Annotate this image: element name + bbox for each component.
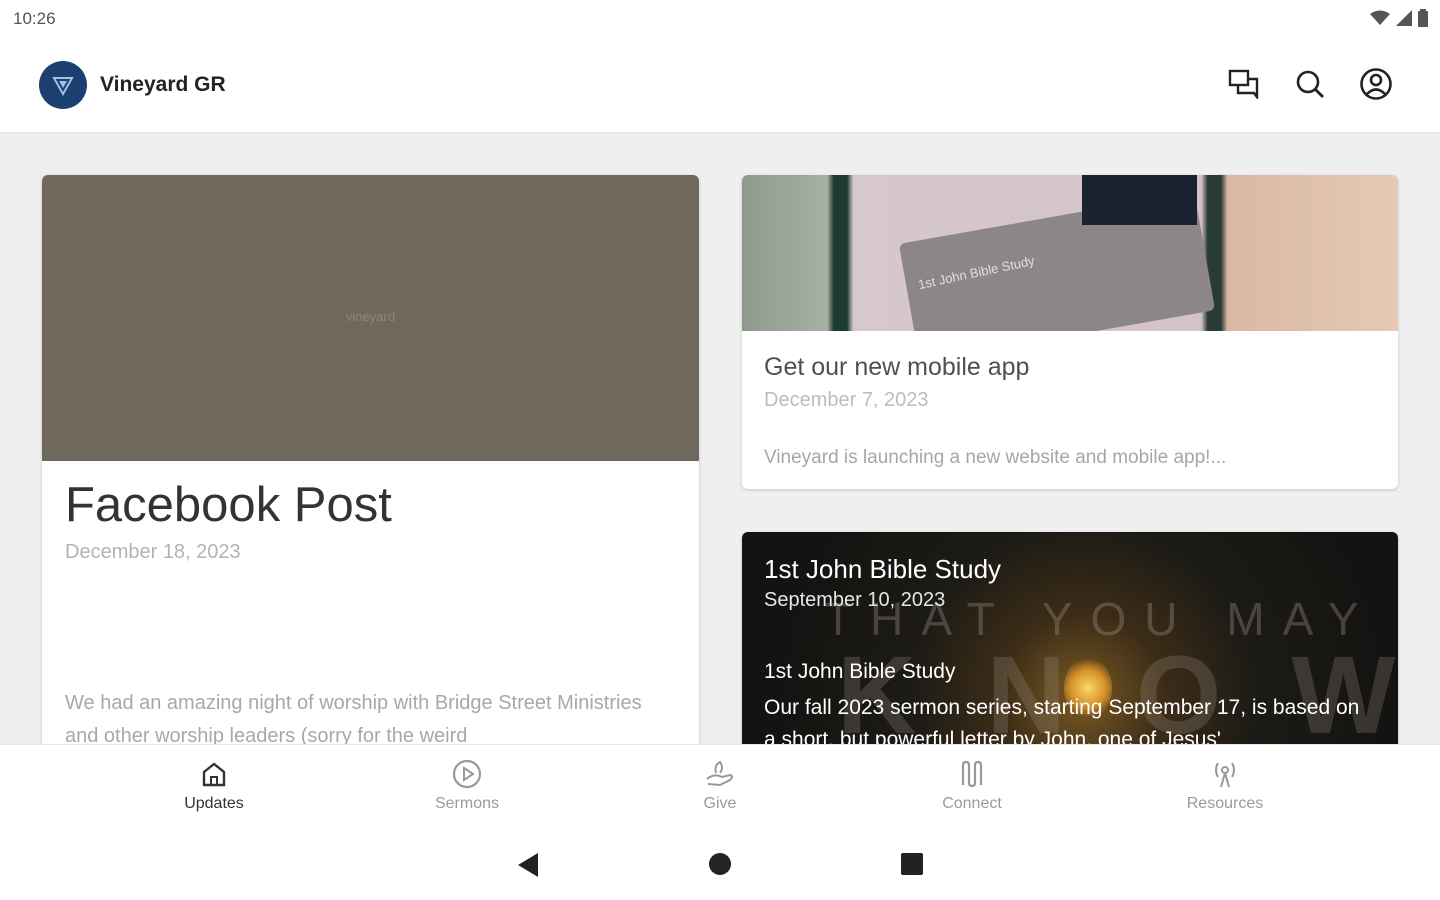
facebook-post-image: vineyard <box>42 175 699 461</box>
vineyard-logo[interactable] <box>39 61 87 109</box>
home-circle-icon <box>709 853 731 875</box>
vineyard-logo-icon <box>52 77 74 97</box>
nav-sermons[interactable]: Sermons <box>407 757 527 813</box>
messages-button[interactable] <box>1226 66 1262 102</box>
card-title: 1st John Bible Study <box>764 554 1002 584</box>
account-button[interactable] <box>1358 66 1394 102</box>
search-icon <box>1296 70 1324 98</box>
signal-icon <box>1396 10 1412 26</box>
wifi-icon <box>1370 10 1390 25</box>
home-icon <box>202 762 226 787</box>
status-icons <box>1370 9 1428 27</box>
search-button[interactable] <box>1292 66 1328 102</box>
status-time: 10:26 <box>13 9 56 28</box>
card-date: December 7, 2023 <box>764 389 929 411</box>
play-circle-icon <box>452 759 482 789</box>
system-navigation <box>0 830 1440 900</box>
nav-label: Give <box>703 795 737 812</box>
give-icon <box>706 760 733 787</box>
nav-updates[interactable]: Updates <box>154 757 274 813</box>
card-date: September 10, 2023 <box>764 589 946 611</box>
bottom-navigation: Updates Sermons Give Connect Resources <box>0 744 1440 831</box>
nav-label: Resources <box>1186 795 1264 812</box>
home-button[interactable] <box>708 852 732 881</box>
card-description: Vineyard is launching a new website and … <box>764 447 1227 468</box>
chat-icon <box>1228 69 1259 99</box>
vineyard-watermark: vineyard <box>345 309 396 324</box>
phone-screen-header <box>1082 175 1197 225</box>
nav-give[interactable]: Give <box>660 757 780 813</box>
back-button[interactable] <box>516 852 540 883</box>
account-icon <box>1360 68 1392 100</box>
app-title: Vineyard GR <box>100 73 226 96</box>
card-subtitle: 1st John Bible Study <box>764 660 956 683</box>
card-date: December 18, 2023 <box>65 541 241 563</box>
mobile-app-image: 1st John Bible Study <box>742 175 1398 331</box>
battery-icon <box>1418 9 1428 27</box>
back-icon <box>518 853 538 877</box>
status-bar: 10:26 <box>0 0 1440 40</box>
bible-study-card[interactable]: THAT YOU MAY KNOW 1st John Bible Study S… <box>742 532 1398 744</box>
nav-label: Sermons <box>434 795 500 812</box>
card-body: We had an amazing night of worship with … <box>65 692 642 744</box>
updates-feed[interactable]: vineyard Facebook Post December 18, 2023… <box>0 133 1440 744</box>
recents-icon <box>901 853 923 875</box>
nav-resources[interactable]: Resources <box>1165 757 1285 813</box>
app-actions <box>1226 66 1394 102</box>
card-title: Facebook Post <box>65 478 392 532</box>
connect-icon <box>961 760 983 788</box>
nav-label: Updates <box>184 795 244 812</box>
nav-label: Connect <box>942 795 1002 812</box>
card-title: Get our new mobile app <box>764 353 1030 381</box>
app-bar: Vineyard GR <box>0 40 1440 133</box>
facebook-post-card[interactable]: vineyard Facebook Post December 18, 2023… <box>42 175 699 744</box>
recents-button[interactable] <box>900 852 924 881</box>
card-body: Our fall 2023 sermon series, starting Se… <box>764 696 1360 744</box>
broadcast-icon <box>1215 762 1235 788</box>
nav-connect[interactable]: Connect <box>912 757 1032 813</box>
mobile-app-card[interactable]: 1st John Bible Study Get our new mobile … <box>742 175 1398 489</box>
